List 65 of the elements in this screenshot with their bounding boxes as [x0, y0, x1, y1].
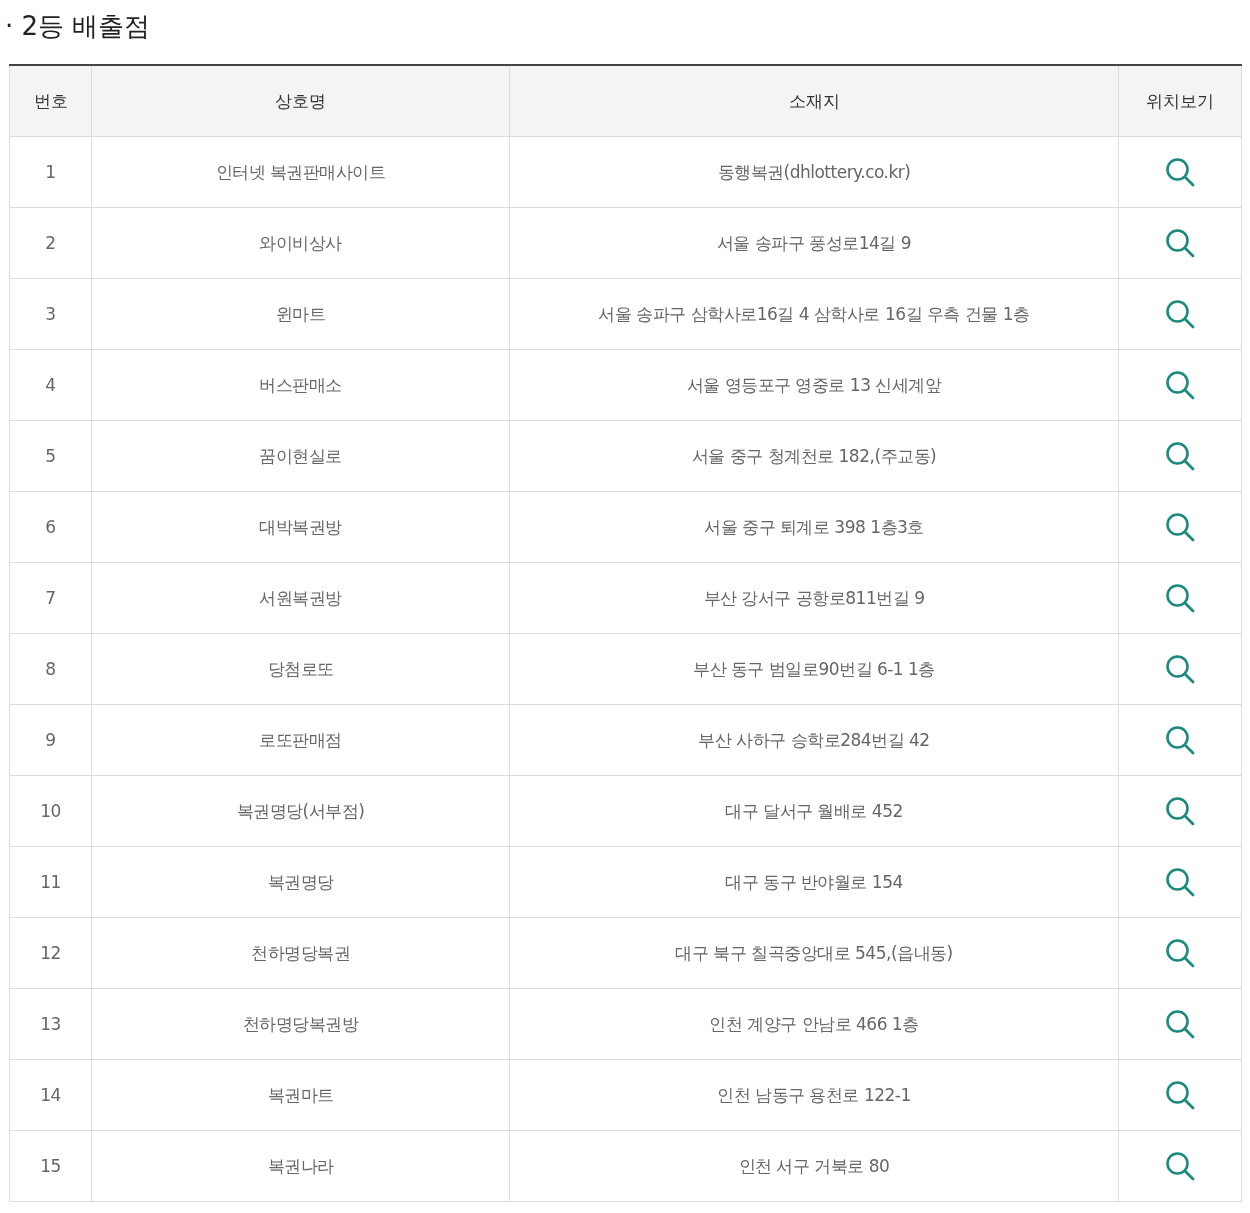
shop-name-cell: 천하명당복권방 — [91, 988, 510, 1060]
address-cell: 동행복권(dhlottery.co.kr) — [509, 136, 1119, 208]
shop-name-cell: 와이비상사 — [91, 207, 510, 279]
search-icon[interactable] — [1165, 867, 1195, 897]
shop-name-cell: 복권나라 — [91, 1130, 510, 1202]
address-cell: 서울 송파구 풍성로14길 9 — [509, 207, 1119, 279]
address-cell: 부산 사하구 승학로284번길 42 — [509, 704, 1119, 776]
number-cell: 2 — [9, 207, 92, 279]
number-cell: 1 — [9, 136, 92, 208]
search-icon[interactable] — [1165, 228, 1195, 258]
search-icon[interactable] — [1165, 583, 1195, 613]
address-cell: 부산 동구 범일로90번길 6-1 1층 — [509, 633, 1119, 705]
search-icon[interactable] — [1165, 441, 1195, 471]
shop-name-cell: 인터넷 복권판매사이트 — [91, 136, 510, 208]
address-cell: 대구 북구 칠곡중앙대로 545,(읍내동) — [509, 917, 1119, 989]
number-cell: 15 — [9, 1130, 92, 1202]
shop-name-cell: 복권마트 — [91, 1059, 510, 1131]
address-cell: 인천 남동구 용천로 122-1 — [509, 1059, 1119, 1131]
shop-name-cell: 당첨로또 — [91, 633, 510, 705]
search-icon[interactable] — [1165, 157, 1195, 187]
number-cell: 11 — [9, 846, 92, 918]
search-icon[interactable] — [1165, 1009, 1195, 1039]
shop-name-cell: 버스판매소 — [91, 349, 510, 421]
number-cell: 14 — [9, 1059, 92, 1131]
search-icon[interactable] — [1165, 938, 1195, 968]
search-icon[interactable] — [1165, 299, 1195, 329]
column-header: 번호 — [9, 65, 92, 137]
address-cell: 부산 강서구 공항로811번길 9 — [509, 562, 1119, 634]
search-icon[interactable] — [1165, 1151, 1195, 1181]
column-header: 위치보기 — [1118, 65, 1242, 137]
address-cell: 인천 계양구 안남로 466 1층 — [509, 988, 1119, 1060]
shop-name-cell: 대박복권방 — [91, 491, 510, 563]
number-cell: 3 — [9, 278, 92, 350]
number-cell: 7 — [9, 562, 92, 634]
address-cell: 서울 중구 퇴계로 398 1층3호 — [509, 491, 1119, 563]
search-icon[interactable] — [1165, 654, 1195, 684]
shop-name-cell: 천하명당복권 — [91, 917, 510, 989]
number-cell: 9 — [9, 704, 92, 776]
shop-name-cell: 로또판매점 — [91, 704, 510, 776]
number-cell: 6 — [9, 491, 92, 563]
section-title: · 2등 배출점 — [5, 10, 152, 43]
address-cell: 대구 달서구 월배로 452 — [509, 775, 1119, 847]
search-icon[interactable] — [1165, 370, 1195, 400]
search-icon[interactable] — [1165, 1080, 1195, 1110]
number-cell: 10 — [9, 775, 92, 847]
shop-name-cell: 윈마트 — [91, 278, 510, 350]
search-icon[interactable] — [1165, 512, 1195, 542]
column-header: 소재지 — [509, 65, 1119, 137]
number-cell: 4 — [9, 349, 92, 421]
shop-name-cell: 복권명당(서부점) — [91, 775, 510, 847]
address-cell: 서울 영등포구 영중로 13 신세계앞 — [509, 349, 1119, 421]
number-cell: 12 — [9, 917, 92, 989]
number-cell: 8 — [9, 633, 92, 705]
address-cell: 서울 중구 청계천로 182,(주교동) — [509, 420, 1119, 492]
number-cell: 13 — [9, 988, 92, 1060]
number-cell: 5 — [9, 420, 92, 492]
shop-name-cell: 서원복권방 — [91, 562, 510, 634]
shop-name-cell: 꿈이현실로 — [91, 420, 510, 492]
shop-name-cell: 복권명당 — [91, 846, 510, 918]
address-cell: 대구 동구 반야월로 154 — [509, 846, 1119, 918]
search-icon[interactable] — [1165, 725, 1195, 755]
search-icon[interactable] — [1165, 796, 1195, 826]
address-cell: 인천 서구 거북로 80 — [509, 1130, 1119, 1202]
column-header: 상호명 — [91, 65, 510, 137]
address-cell: 서울 송파구 삼학사로16길 4 삼학사로 16길 우측 건물 1층 — [509, 278, 1119, 350]
